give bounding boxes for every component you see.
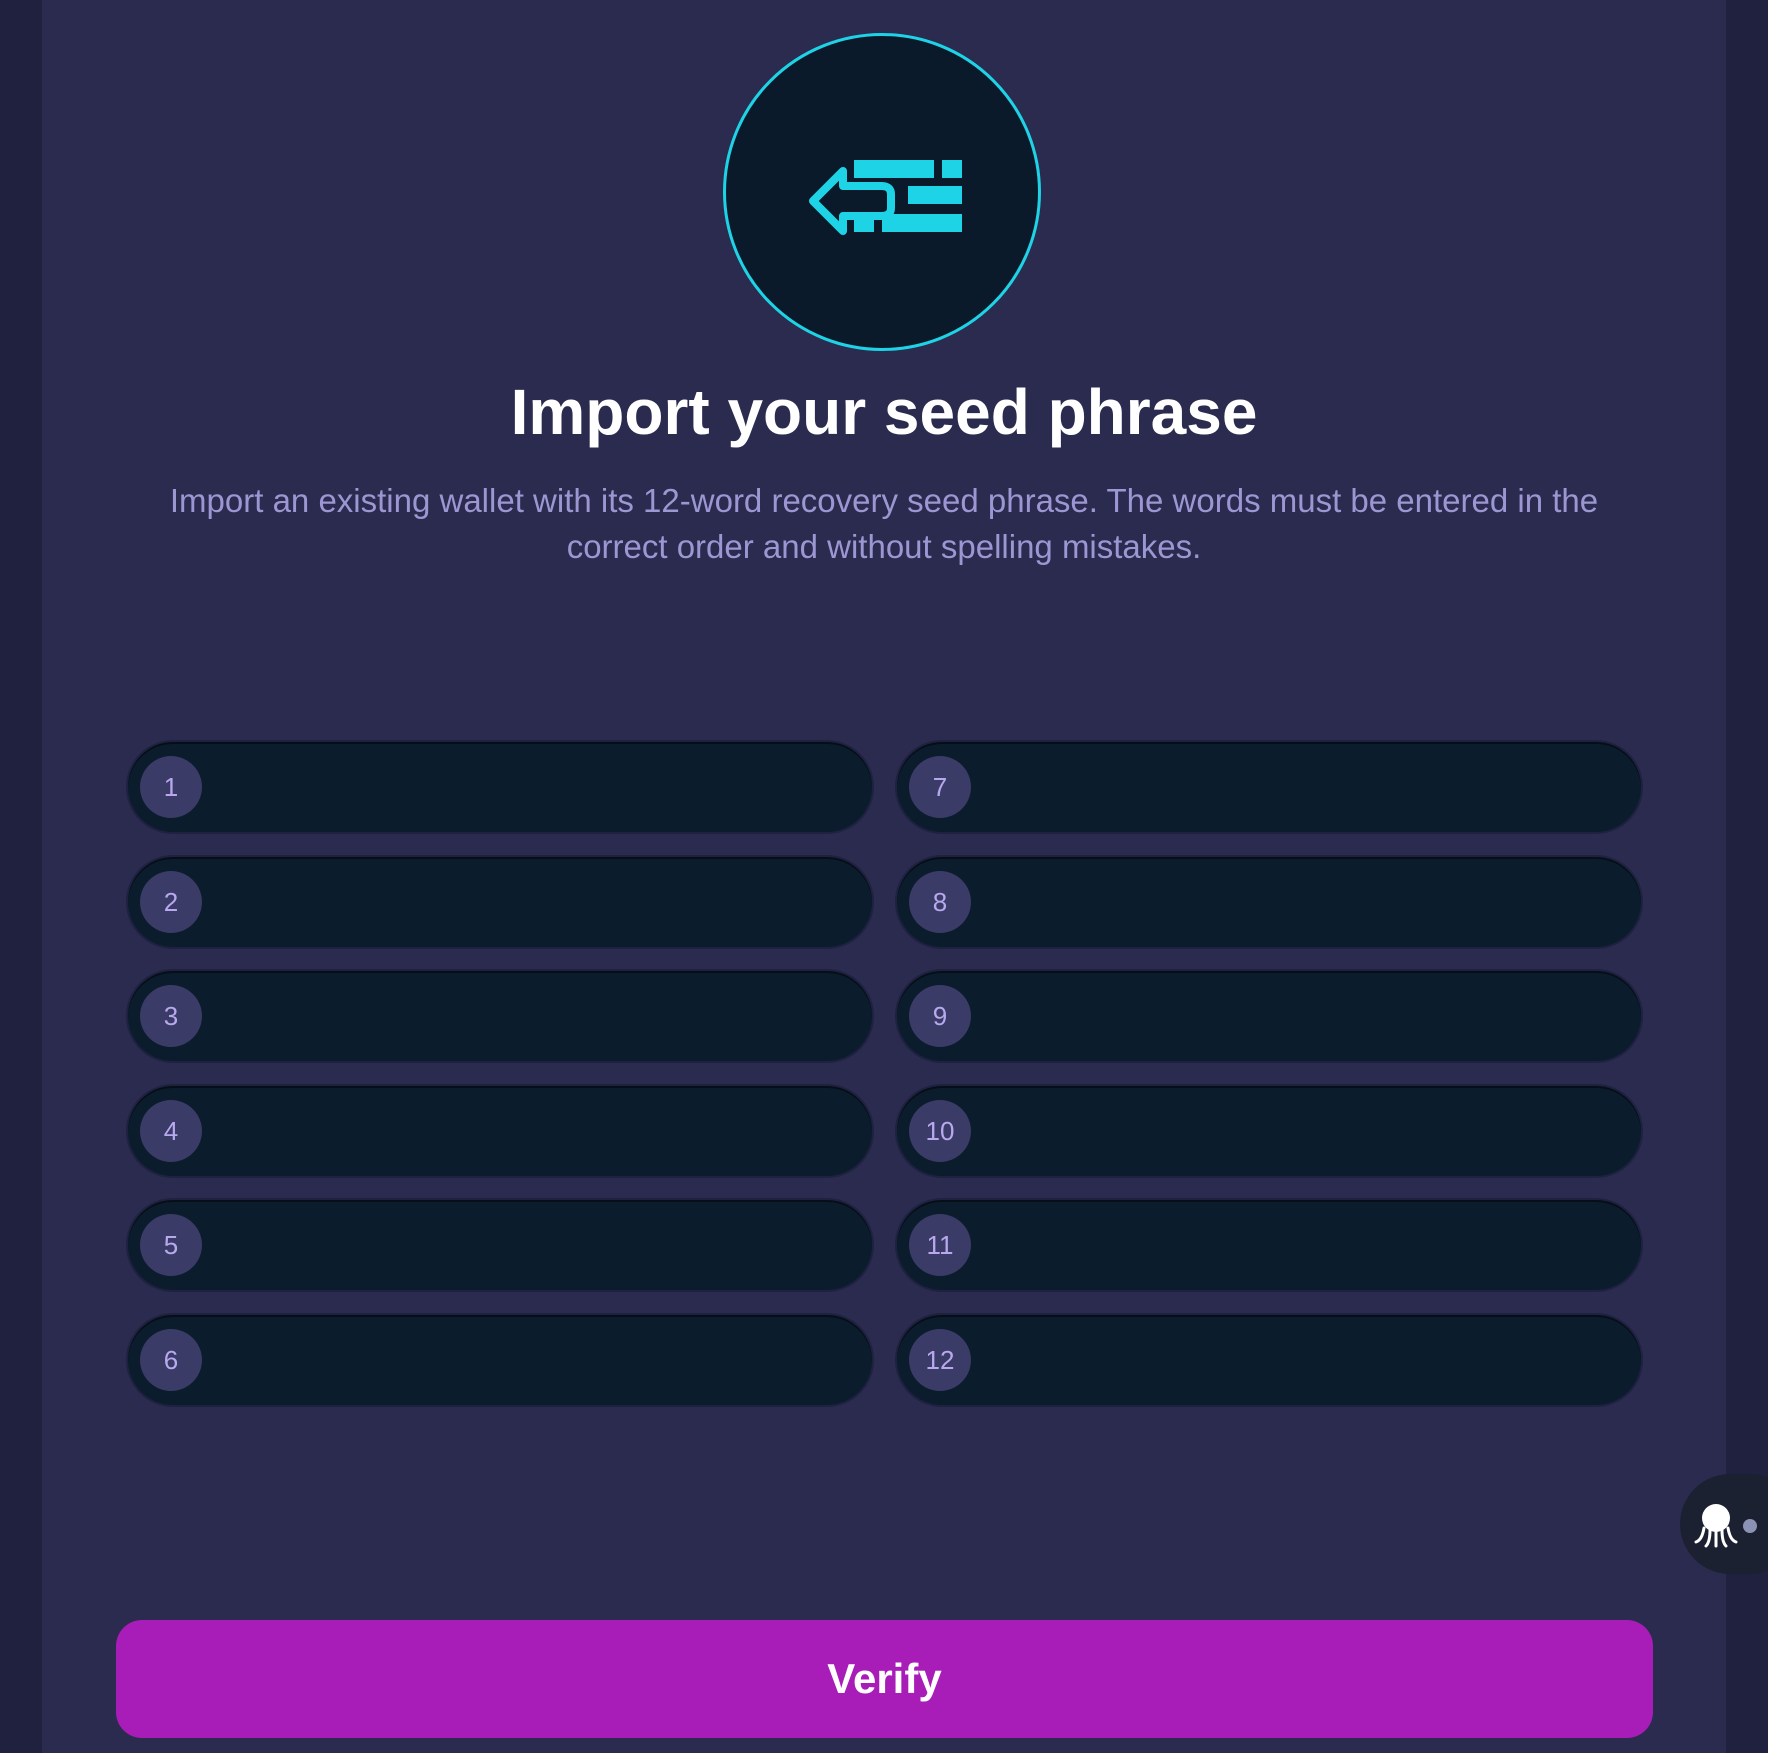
seed-word-number: 9	[909, 985, 971, 1047]
seed-word-number: 11	[909, 1214, 971, 1276]
seed-word-input[interactable]	[220, 987, 844, 1047]
seed-word-input[interactable]	[220, 1216, 844, 1276]
seed-word-number: 7	[909, 756, 971, 818]
seed-word-field-2[interactable]: 2	[128, 857, 872, 947]
seed-word-number: 5	[140, 1214, 202, 1276]
seed-word-field-7[interactable]: 7	[897, 742, 1641, 832]
seed-word-number: 10	[909, 1100, 971, 1162]
seed-word-number: 6	[140, 1329, 202, 1391]
page-description: Import an existing wallet with its 12-wo…	[169, 482, 1599, 565]
seed-word-input[interactable]	[989, 1331, 1613, 1391]
seed-word-number: 8	[909, 871, 971, 933]
seed-word-field-1[interactable]: 1	[128, 742, 872, 832]
octopus-icon	[1694, 1504, 1757, 1548]
seed-word-input[interactable]	[220, 1331, 844, 1391]
seed-word-input[interactable]	[220, 758, 844, 818]
verify-button[interactable]: Verify	[116, 1620, 1653, 1738]
seed-word-input[interactable]	[989, 987, 1613, 1047]
seed-word-input[interactable]	[220, 1102, 844, 1162]
seed-word-field-9[interactable]: 9	[897, 971, 1641, 1061]
seed-word-number: 1	[140, 756, 202, 818]
seed-word-field-4[interactable]: 4	[128, 1086, 872, 1176]
seed-word-number: 12	[909, 1329, 971, 1391]
page-title: Import your seed phrase	[510, 376, 1258, 448]
seed-word-field-8[interactable]: 8	[897, 857, 1641, 947]
left-edge	[0, 0, 42, 1753]
seed-word-input[interactable]	[989, 1216, 1613, 1276]
seed-word-field-11[interactable]: 11	[897, 1200, 1641, 1290]
seed-word-input[interactable]	[989, 758, 1613, 818]
seed-word-field-3[interactable]: 3	[128, 971, 872, 1061]
seed-word-field-12[interactable]: 12	[897, 1315, 1641, 1405]
seed-word-input[interactable]	[989, 1102, 1613, 1162]
seed-word-field-10[interactable]: 10	[897, 1086, 1641, 1176]
seed-word-field-5[interactable]: 5	[128, 1200, 872, 1290]
seed-word-number: 3	[140, 985, 202, 1047]
hero-badge	[723, 33, 1041, 351]
support-chat-widget[interactable]	[1680, 1474, 1768, 1574]
seed-word-field-6[interactable]: 6	[128, 1315, 872, 1405]
seed-word-input[interactable]	[220, 873, 844, 933]
seed-word-number: 2	[140, 871, 202, 933]
import-arrow-icon	[809, 160, 962, 235]
seed-word-input[interactable]	[989, 873, 1613, 933]
seed-word-number: 4	[140, 1100, 202, 1162]
